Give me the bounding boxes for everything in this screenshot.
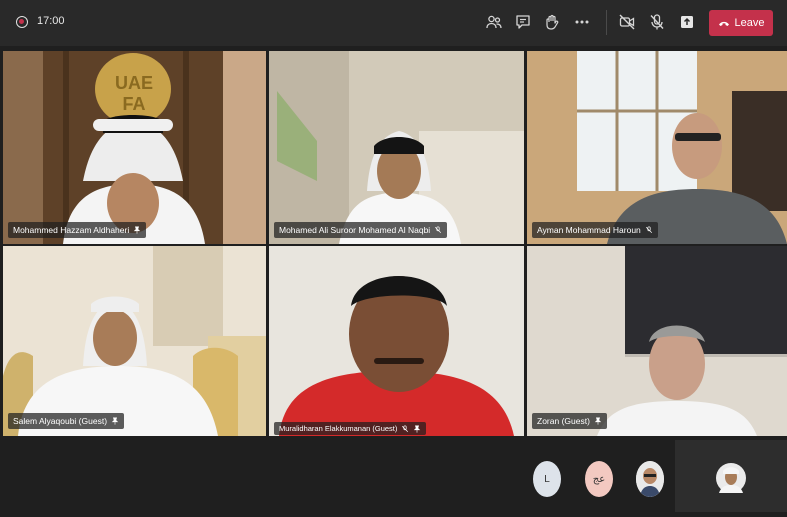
participant-name-tag: Zoran (Guest) [532,413,607,429]
pin-icon [414,424,421,433]
video-tile-5[interactable]: Muralidharan Elakkumanan (Guest) [269,246,524,436]
participant-avatar[interactable]: L [533,461,561,497]
leave-button[interactable]: Leave [709,10,773,36]
recording-indicator-icon [16,16,28,28]
video-grid: UAE FA Mohammed Hazzam Aldhaheri Mohamed … [0,46,787,438]
avatar-photo [636,461,664,497]
mic-muted-icon [402,424,409,432]
avatar-initials: عج [592,473,606,485]
avatar-initials: L [544,473,550,485]
participant-avatar[interactable]: عج [585,461,613,497]
video-tile-1[interactable]: UAE FA Mohammed Hazzam Aldhaheri [3,51,266,244]
participant-name-tag: Mohammed Hazzam Aldhaheri [8,222,147,238]
participant-strip [0,438,787,512]
mic-muted-icon [435,226,442,234]
share-screen-icon[interactable] [678,13,696,31]
camera-off-icon[interactable] [618,13,636,31]
video-feed-2 [269,51,524,244]
hang-up-icon [718,21,729,26]
more-icon[interactable] [573,13,591,31]
meeting-time: 17:00 [37,15,65,27]
participant-name: Ayman Mohammad Haroun [537,225,641,235]
participant-name-tag: Mohamed Ali Suroor Mohamed Al Naqbi [274,222,448,238]
video-feed-3 [527,51,787,244]
self-video-feed [675,440,787,512]
uae-fa-logo: UAE FA [114,73,153,114]
raise-hand-icon[interactable] [543,13,561,31]
participant-avatar-photo[interactable] [636,461,664,497]
participant-name-tag: Salem Alyaqoubi (Guest) [8,413,125,429]
pin-icon [594,417,602,425]
video-feed-5 [269,246,524,436]
leave-label: Leave [734,17,765,29]
participant-name: Salem Alyaqoubi (Guest) [13,416,108,426]
participant-name: Muralidharan Elakkumanan (Guest) [279,424,398,433]
mic-off-icon[interactable] [648,13,666,31]
participant-name-tag: Muralidharan Elakkumanan (Guest) [274,422,427,435]
pin-icon [111,417,119,425]
people-icon[interactable] [485,13,503,31]
toolbar-divider [606,10,607,35]
chat-icon[interactable] [514,13,532,31]
participant-name: Zoran (Guest) [537,416,590,426]
pin-icon [134,226,141,234]
participant-name-tag: Ayman Mohammad Haroun [532,222,658,238]
video-feed-4 [3,246,266,436]
mic-muted-icon [645,226,652,234]
meeting-toolbar: 17:00 Leave [0,0,787,46]
video-tile-2[interactable]: Mohamed Ali Suroor Mohamed Al Naqbi [269,51,524,244]
participant-name: Mohamed Ali Suroor Mohamed Al Naqbi [279,225,431,235]
video-tile-4[interactable]: Salem Alyaqoubi (Guest) [3,246,266,436]
self-view[interactable] [675,440,787,512]
participant-name: Mohammed Hazzam Aldhaheri [13,225,130,235]
video-tile-6[interactable]: Zoran (Guest) [527,246,787,436]
video-tile-3[interactable]: Ayman Mohammad Haroun [527,51,787,244]
video-feed-6 [527,246,787,436]
